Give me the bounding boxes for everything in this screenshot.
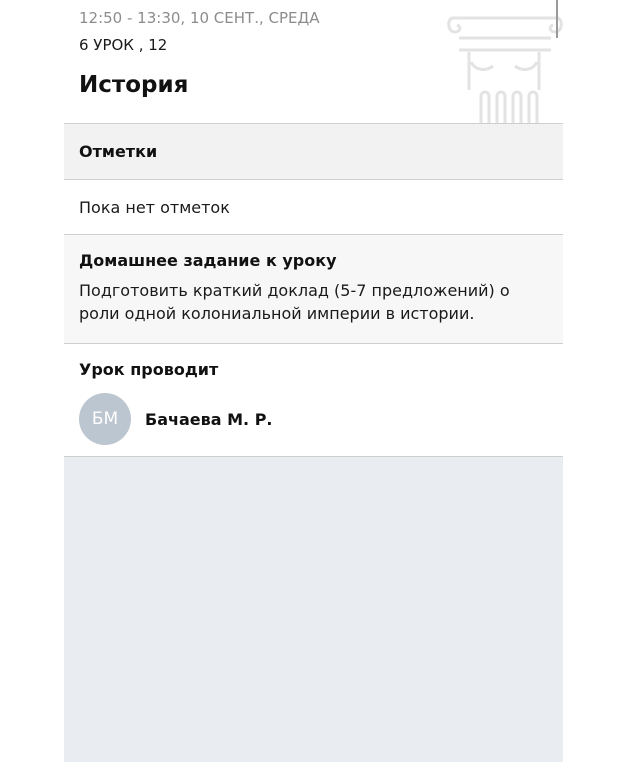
grades-title: Отметки	[79, 142, 158, 161]
page-title: История	[79, 72, 189, 98]
grades-empty-text: Пока нет отметок	[79, 197, 230, 217]
avatar[interactable]: БМ	[79, 393, 131, 445]
lesson-number: 6 УРОК , 12	[79, 36, 168, 54]
homework-text: Подготовить краткий доклад (5-7 предложе…	[79, 281, 510, 323]
teacher-row[interactable]: БМ Бачаева М. Р.	[79, 393, 548, 445]
homework-title: Домашнее задание к уроку	[79, 251, 337, 270]
lesson-header: 12:50 - 13:30, 10 СЕНТ., СРЕДА 6 УРОК , …	[64, 0, 563, 124]
teacher-name[interactable]: Бачаева М. Р.	[145, 410, 273, 429]
empty-background-area	[64, 457, 563, 762]
grades-empty-state: Пока нет отметок	[64, 179, 563, 234]
teacher-section: Урок проводит БМ Бачаева М. Р.	[64, 343, 563, 457]
lesson-sections: Отметки Пока нет отметок Домашнее задани…	[64, 123, 563, 457]
homework-section: Домашнее задание к уроку Подготовить кра…	[64, 234, 563, 343]
grades-section-header: Отметки	[64, 123, 563, 179]
teacher-section-title: Урок проводит	[79, 360, 219, 379]
lesson-details-screen: 12:50 - 13:30, 10 СЕНТ., СРЕДА 6 УРОК , …	[0, 0, 627, 762]
lesson-time: 12:50 - 13:30, 10 СЕНТ., СРЕДА	[79, 9, 320, 27]
